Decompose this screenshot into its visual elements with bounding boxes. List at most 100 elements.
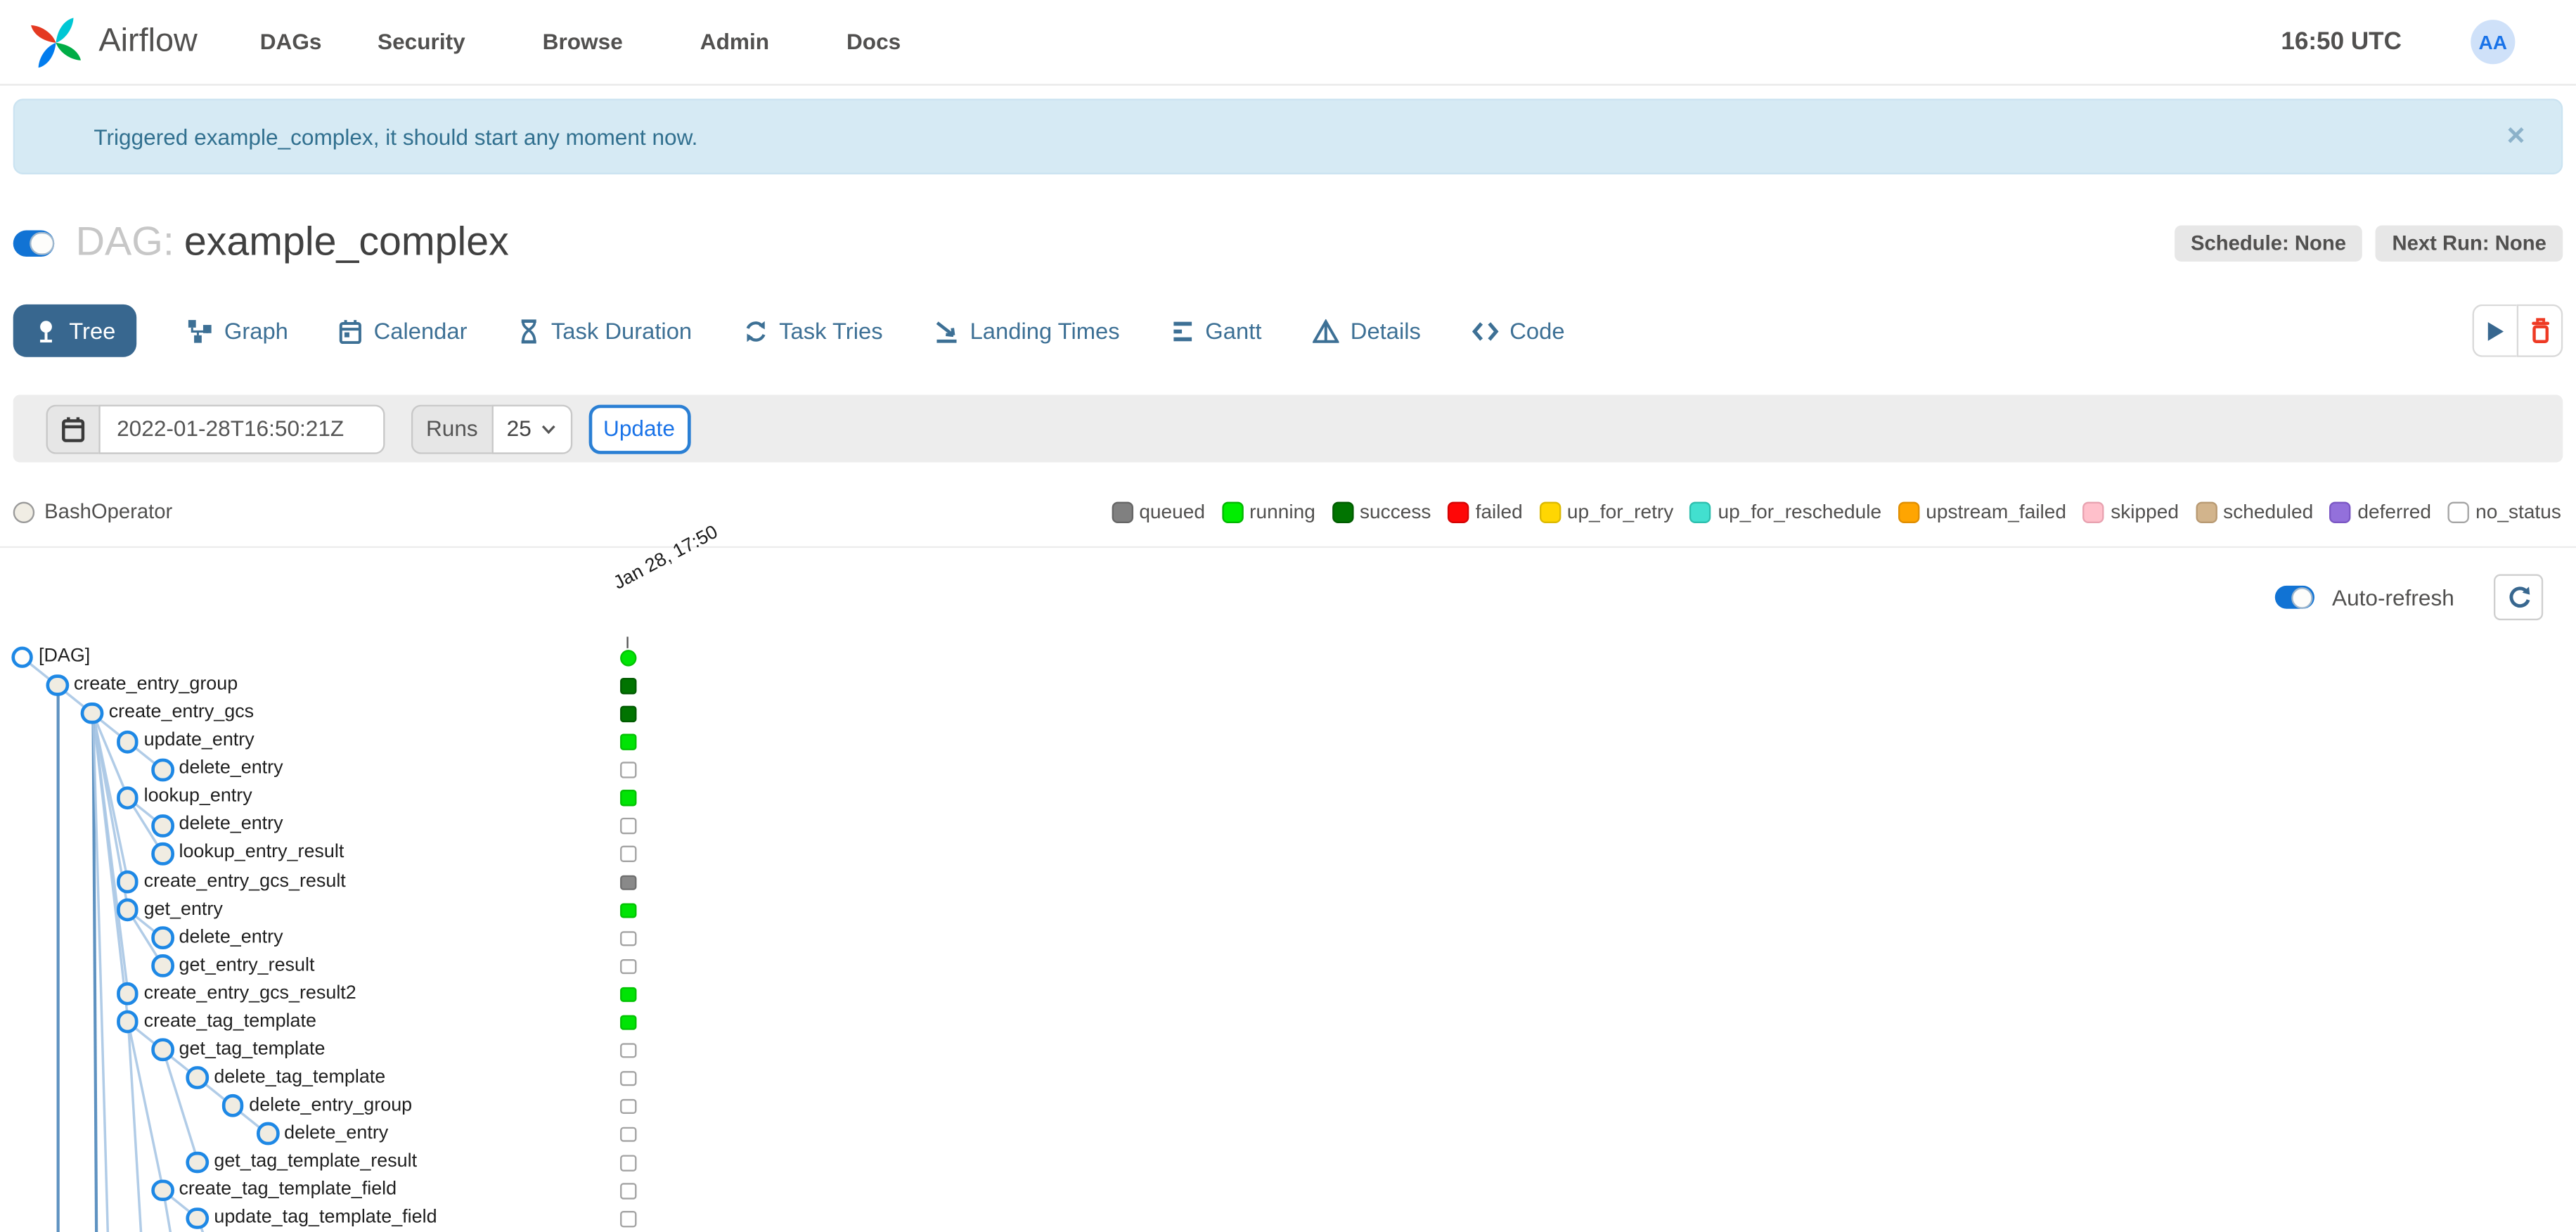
task-node-circle[interactable] bbox=[151, 926, 174, 949]
tab-task-tries[interactable]: Task Tries bbox=[743, 318, 883, 344]
task-status-running[interactable] bbox=[620, 902, 636, 918]
delete-dag-button[interactable] bbox=[2516, 304, 2563, 357]
task-status-running[interactable] bbox=[620, 1014, 636, 1031]
task-node-circle[interactable] bbox=[186, 1207, 210, 1230]
num-runs-value: 25 bbox=[506, 416, 532, 442]
status-legend-up-for-reschedule: up_for_reschedule bbox=[1689, 500, 1881, 523]
tab-task-duration[interactable]: Task Duration bbox=[518, 318, 692, 344]
close-icon[interactable]: × bbox=[2506, 121, 2525, 152]
status-swatch bbox=[2447, 501, 2469, 522]
task-label: update_tag_template_field bbox=[214, 1207, 437, 1228]
task-label: [DAG] bbox=[38, 646, 91, 667]
task-status-none[interactable] bbox=[620, 1127, 636, 1143]
task-node-circle[interactable] bbox=[116, 982, 139, 1006]
task-status-none[interactable] bbox=[620, 958, 636, 975]
tab-tree[interactable]: Tree bbox=[13, 304, 137, 357]
nav-item-docs[interactable]: Docs bbox=[846, 30, 922, 54]
task-node-circle[interactable] bbox=[116, 1010, 139, 1034]
nav-item-browse[interactable]: Browse bbox=[543, 30, 645, 54]
task-node-circle[interactable] bbox=[151, 1039, 174, 1061]
task-status-none[interactable] bbox=[620, 818, 636, 835]
task-node-circle[interactable] bbox=[151, 814, 174, 838]
landing-icon bbox=[934, 319, 958, 343]
task-status-none[interactable] bbox=[620, 1070, 636, 1087]
task-status-none[interactable] bbox=[620, 1098, 636, 1115]
update-button[interactable]: Update bbox=[588, 404, 690, 454]
task-node-circle[interactable] bbox=[151, 842, 174, 865]
task-node-circle[interactable] bbox=[221, 1094, 245, 1117]
task-status-none[interactable] bbox=[620, 1155, 636, 1171]
tab-label: Task Duration bbox=[550, 317, 693, 344]
tree-row-create-tag-template-field: create_tag_template_field bbox=[0, 1178, 691, 1204]
tree-row-delete-tag-template: delete_tag_template bbox=[0, 1065, 691, 1091]
tree-row-update-tag-template-field: update_tag_template_field bbox=[0, 1206, 691, 1232]
status-label: scheduled bbox=[2223, 500, 2314, 524]
tree-row-get-tag-template: get_tag_template bbox=[0, 1037, 691, 1063]
task-node-circle[interactable] bbox=[186, 1067, 210, 1089]
task-status-running[interactable] bbox=[620, 790, 636, 807]
task-status-none[interactable] bbox=[620, 930, 636, 947]
trigger-dag-button[interactable] bbox=[2472, 304, 2517, 357]
task-status-success[interactable] bbox=[620, 706, 636, 722]
tree-row-delete-entry: delete_entry bbox=[0, 925, 691, 951]
status-swatch bbox=[2082, 501, 2104, 522]
task-node-circle[interactable] bbox=[116, 870, 139, 893]
task-status-running[interactable] bbox=[620, 987, 636, 1003]
task-status-none[interactable] bbox=[620, 1210, 636, 1227]
status-swatch bbox=[1221, 501, 1243, 522]
num-runs-select[interactable]: 25 bbox=[491, 404, 572, 454]
tree-row-delete-entry-group: delete_entry_group bbox=[0, 1093, 691, 1119]
tree-row-lookup-entry: lookup_entry bbox=[0, 785, 691, 811]
tab-label: Details bbox=[1350, 317, 1421, 344]
task-status-success[interactable] bbox=[620, 678, 636, 694]
nav-item-admin[interactable]: Admin bbox=[700, 30, 791, 54]
task-label: create_tag_template_field bbox=[179, 1179, 397, 1200]
nav-menu: DAGs Security Browse Admin Docs bbox=[260, 30, 922, 54]
tree-row-create-entry-gcs-result: create_entry_gcs_result bbox=[0, 869, 691, 895]
schedule-badges: Schedule: None Next Run: None bbox=[2174, 225, 2563, 262]
tab-code[interactable]: Code bbox=[1471, 318, 1565, 344]
user-menu[interactable]: AA bbox=[2471, 20, 2543, 65]
task-status-running[interactable] bbox=[619, 649, 638, 667]
nav-item-dags[interactable]: DAGs bbox=[260, 30, 322, 54]
status-label: deferred bbox=[2357, 500, 2431, 524]
clock-text: 16:50 UTC bbox=[2281, 27, 2402, 56]
tree-row-get-tag-template-result: get_tag_template_result bbox=[0, 1150, 691, 1176]
tab-graph[interactable]: Graph bbox=[188, 318, 288, 344]
task-node-circle[interactable] bbox=[116, 786, 139, 809]
task-label: delete_entry_group bbox=[249, 1095, 413, 1115]
task-node-circle[interactable] bbox=[46, 674, 69, 697]
task-node-circle[interactable] bbox=[151, 954, 174, 977]
task-node-circle[interactable] bbox=[186, 1150, 210, 1174]
task-status-queued[interactable] bbox=[620, 874, 636, 890]
task-node-circle[interactable] bbox=[11, 646, 34, 669]
dag-pause-toggle[interactable] bbox=[13, 231, 55, 257]
clock-dropdown[interactable]: 16:50 UTC bbox=[2281, 28, 2428, 56]
task-status-none[interactable] bbox=[620, 846, 636, 863]
task-label: delete_entry bbox=[284, 1123, 389, 1143]
task-node-circle[interactable] bbox=[116, 730, 139, 753]
task-label: create_entry_gcs bbox=[108, 702, 255, 723]
toggle-knob bbox=[30, 231, 54, 256]
task-status-none[interactable] bbox=[620, 762, 636, 778]
status-label: running bbox=[1249, 500, 1315, 524]
task-node-circle[interactable] bbox=[151, 1179, 174, 1202]
tree-row-update-entry: update_entry bbox=[0, 729, 691, 755]
task-status-none[interactable] bbox=[620, 1183, 636, 1199]
tab-landing-times[interactable]: Landing Times bbox=[934, 318, 1120, 344]
tab-label: Calendar bbox=[373, 317, 468, 344]
base-date-input[interactable] bbox=[98, 404, 385, 454]
nav-item-label: Security bbox=[378, 30, 465, 55]
nav-item-security[interactable]: Security bbox=[378, 30, 487, 54]
tab-calendar[interactable]: Calendar bbox=[339, 317, 468, 344]
task-status-running[interactable] bbox=[620, 734, 636, 750]
tab-gantt[interactable]: Gantt bbox=[1171, 318, 1261, 344]
task-node-circle[interactable] bbox=[116, 898, 139, 921]
task-node-circle[interactable] bbox=[151, 758, 174, 781]
tab-details[interactable]: Details bbox=[1312, 317, 1421, 344]
airflow-brand[interactable]: Airflow bbox=[25, 11, 198, 73]
task-node-circle[interactable] bbox=[81, 702, 104, 725]
task-node-circle[interactable] bbox=[257, 1122, 279, 1146]
status-swatch bbox=[2195, 501, 2217, 522]
task-status-none[interactable] bbox=[620, 1042, 636, 1059]
